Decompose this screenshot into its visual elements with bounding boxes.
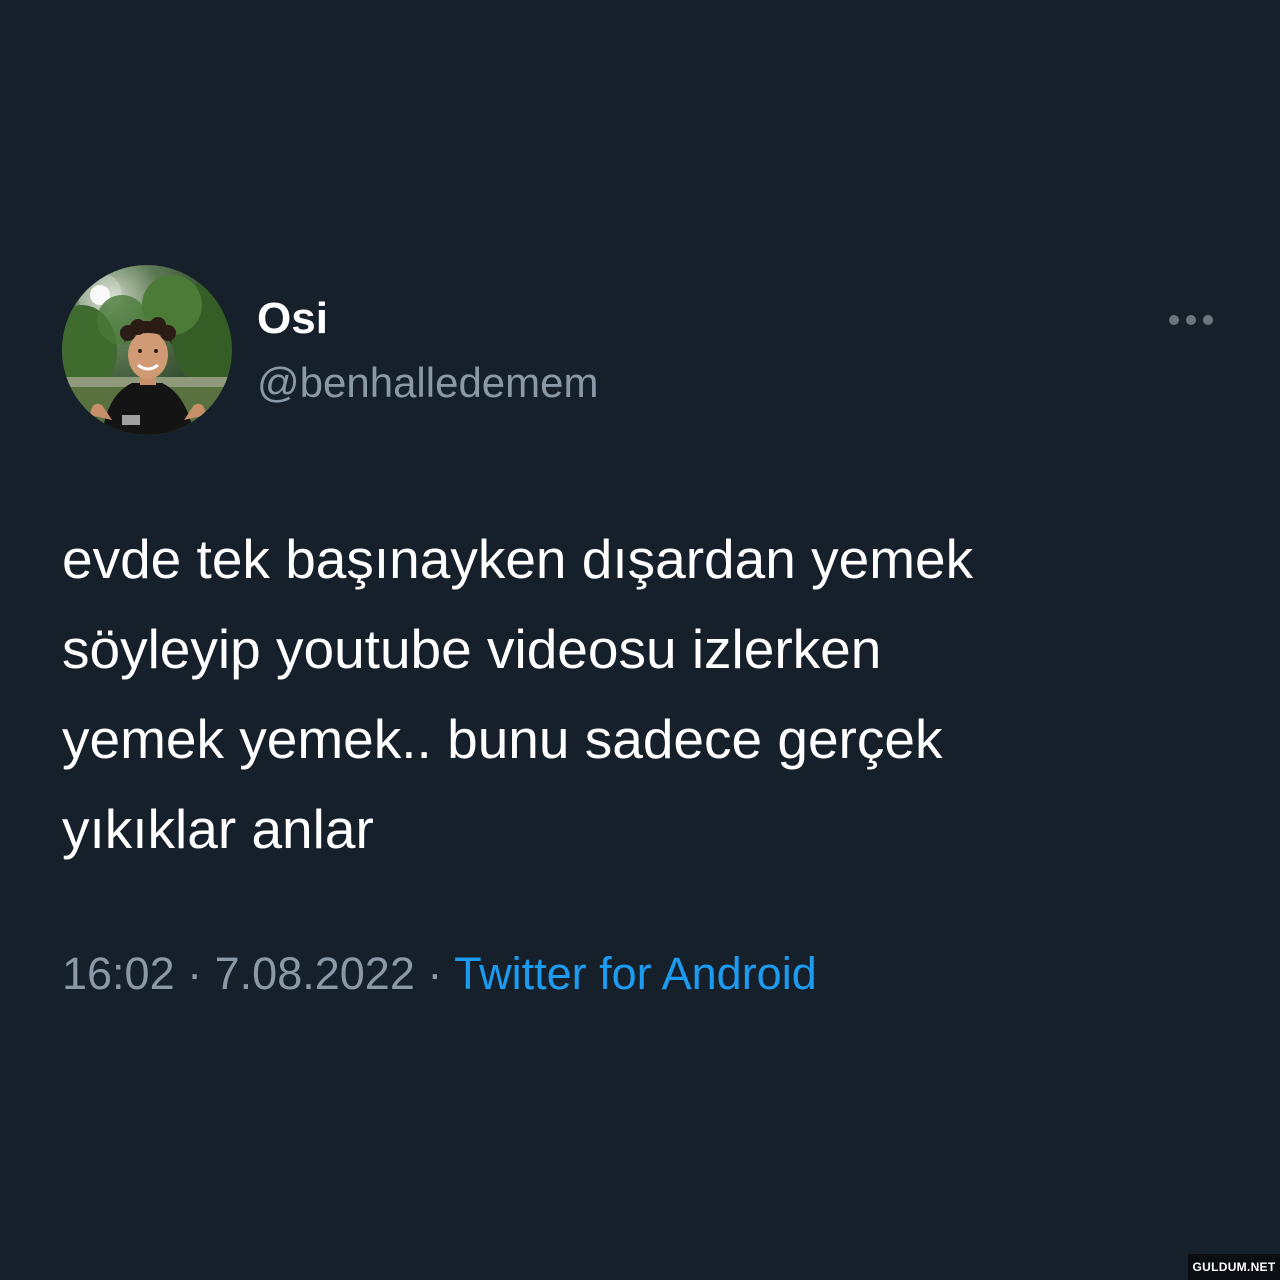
tweet-time[interactable]: 16:02 xyxy=(62,948,175,999)
user-handle[interactable]: @benhalledemem xyxy=(257,357,599,409)
meta-separator: · xyxy=(427,948,443,999)
display-name[interactable]: Osi xyxy=(257,293,328,345)
tweet-date[interactable]: 7.08.2022 xyxy=(215,948,415,999)
avatar[interactable] xyxy=(62,265,232,435)
watermark: GULDUM.NET xyxy=(1188,1254,1280,1280)
profile-photo xyxy=(62,265,232,435)
tweet-metadata: 16:02 · 7.08.2022 · Twitter for Android xyxy=(62,944,817,1004)
tweet-text: evde tek başınayken dışardan yemek söyle… xyxy=(62,528,974,860)
tweet-source-link[interactable]: Twitter for Android xyxy=(454,948,817,999)
meta-separator: · xyxy=(187,948,203,999)
more-horizontal-icon[interactable] xyxy=(1160,300,1222,340)
